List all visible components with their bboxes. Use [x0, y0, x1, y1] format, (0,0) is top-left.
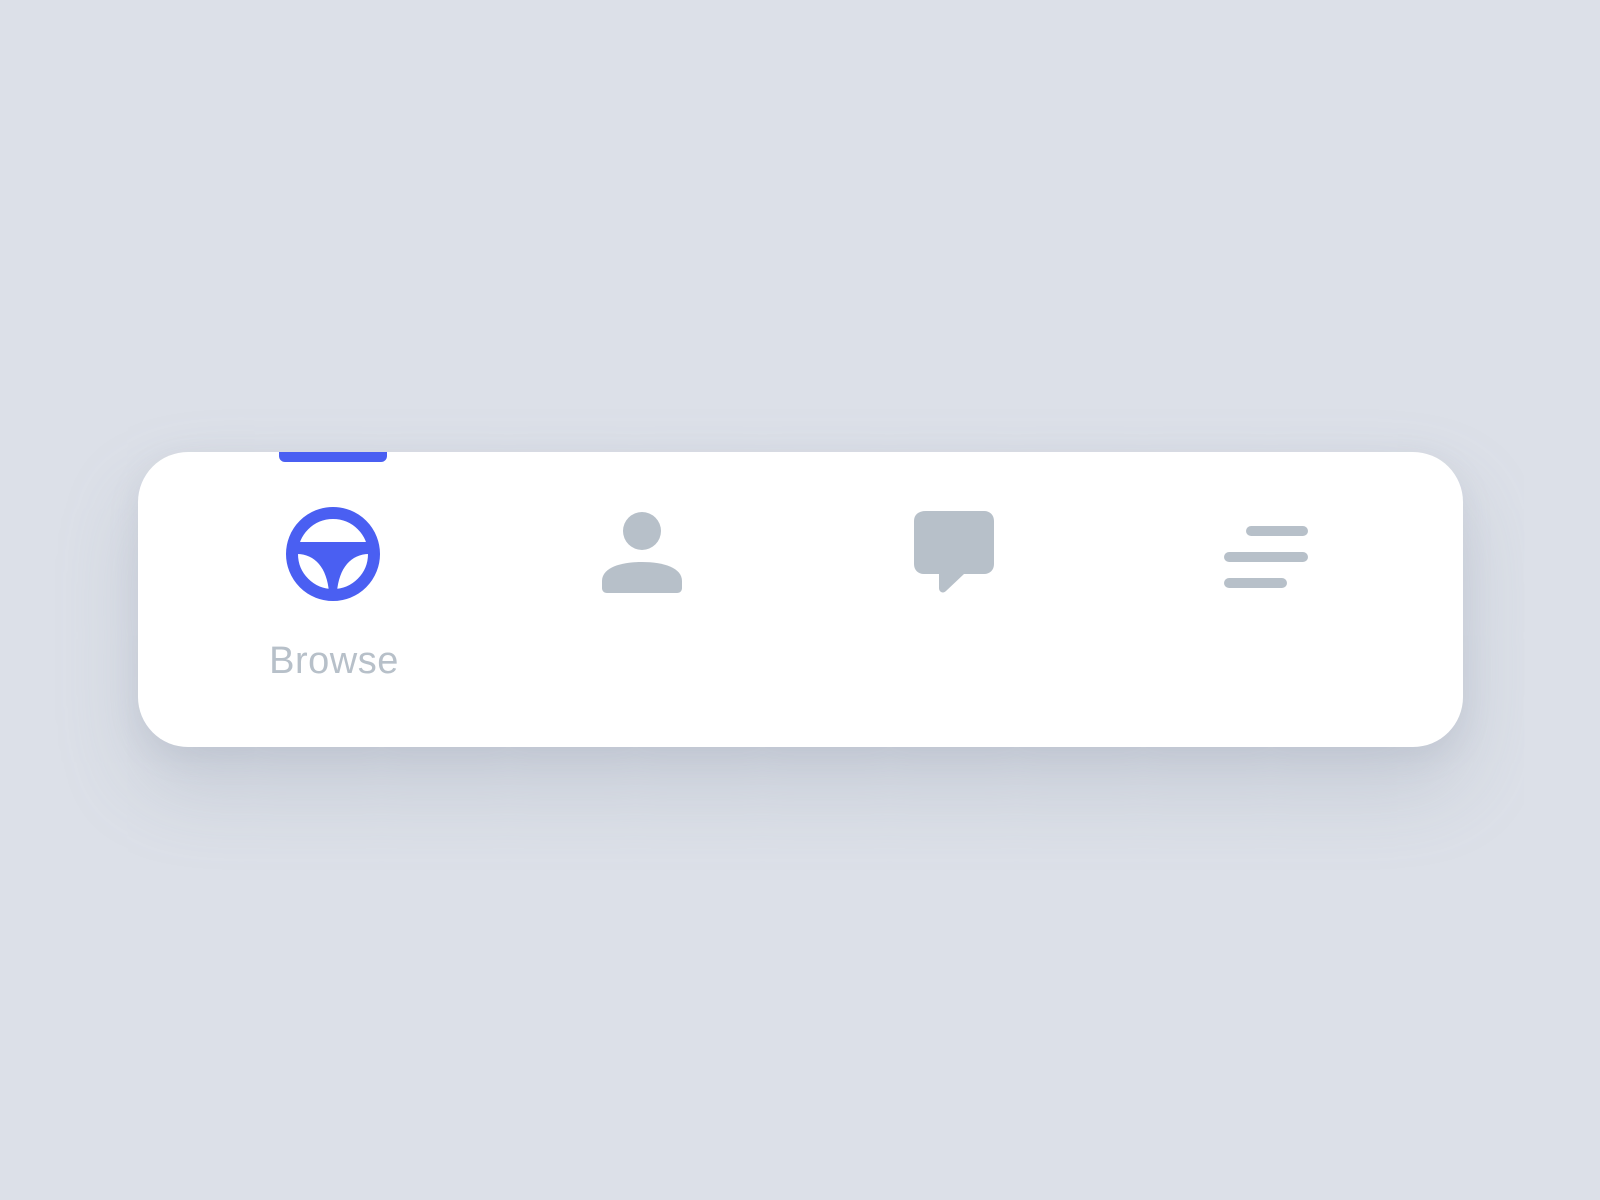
- steering-wheel-icon: [286, 507, 380, 601]
- tab-messages[interactable]: [830, 452, 1080, 747]
- active-tab-indicator: [279, 452, 387, 462]
- app-stage: Browse: [0, 0, 1600, 1200]
- tab-label-browse: Browse: [269, 640, 399, 682]
- tab-browse[interactable]: Browse: [209, 452, 459, 747]
- chat-bubble-icon: [914, 511, 994, 593]
- tab-profile[interactable]: [518, 452, 768, 747]
- bottom-tab-bar: Browse: [138, 452, 1463, 747]
- tab-menu[interactable]: [1142, 452, 1392, 747]
- menu-lines-icon: [1224, 526, 1308, 588]
- person-icon: [602, 512, 682, 593]
